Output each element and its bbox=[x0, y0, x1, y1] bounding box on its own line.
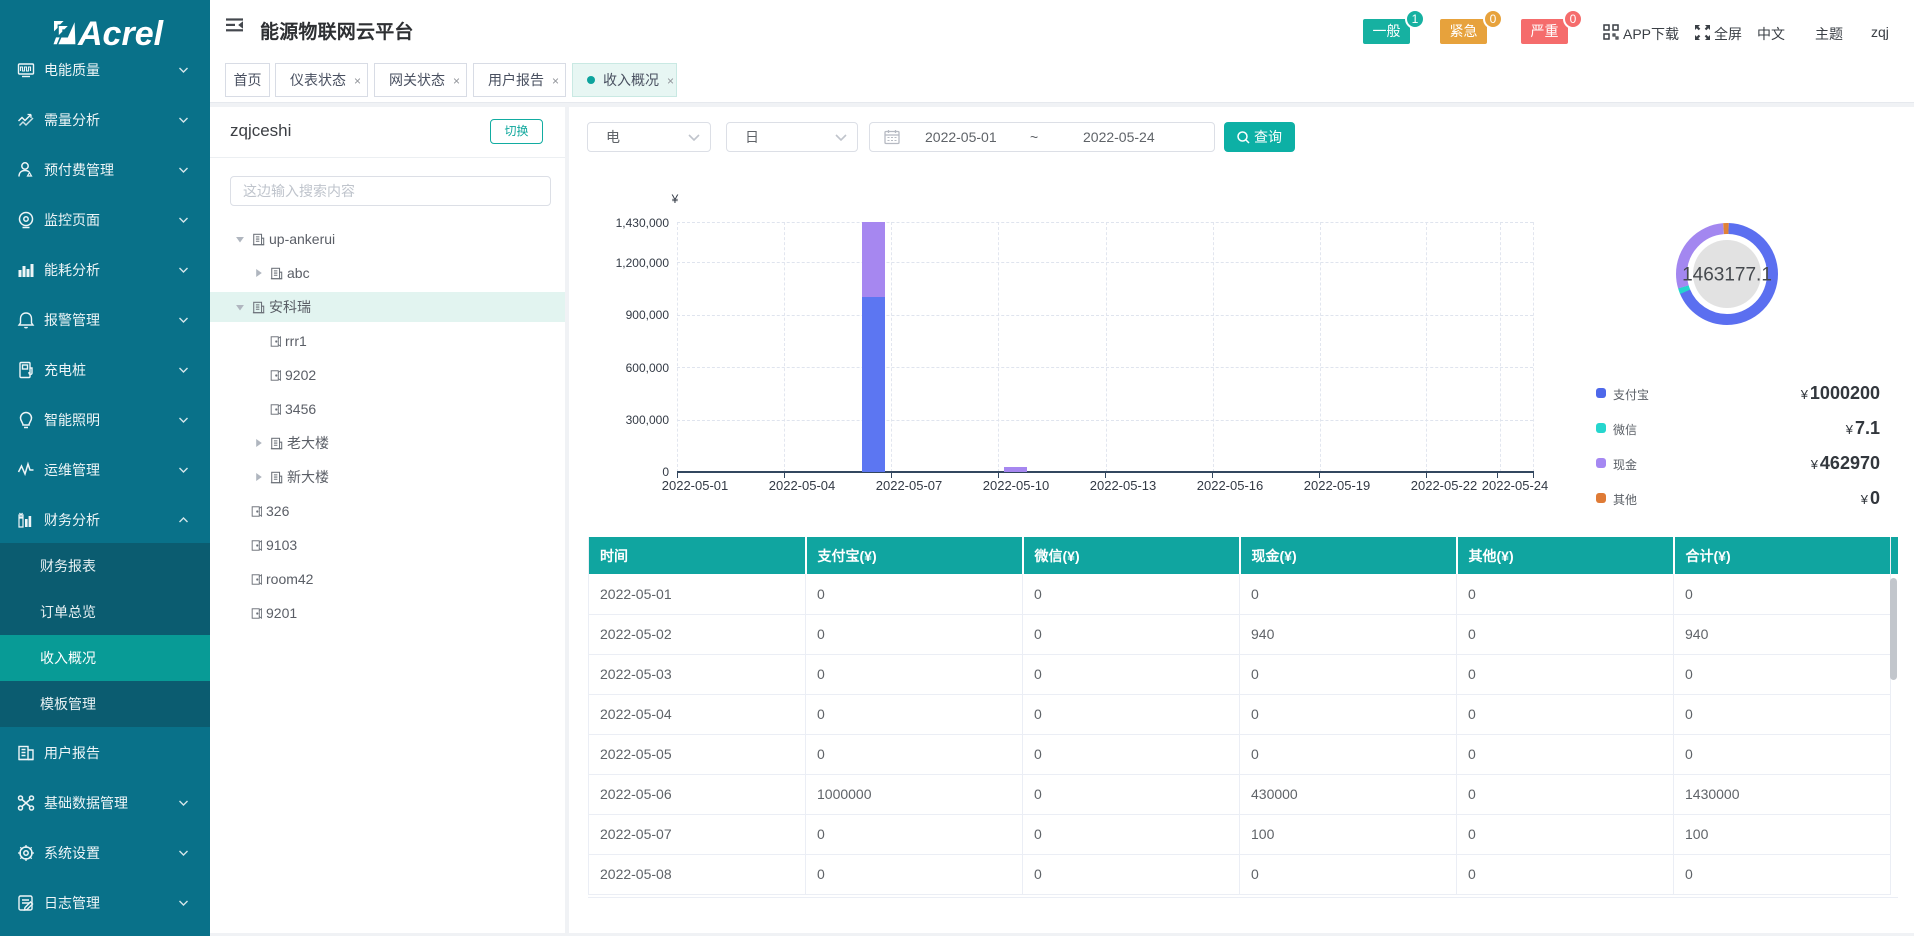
svg-text:1463177.1: 1463177.1 bbox=[1682, 265, 1772, 286]
